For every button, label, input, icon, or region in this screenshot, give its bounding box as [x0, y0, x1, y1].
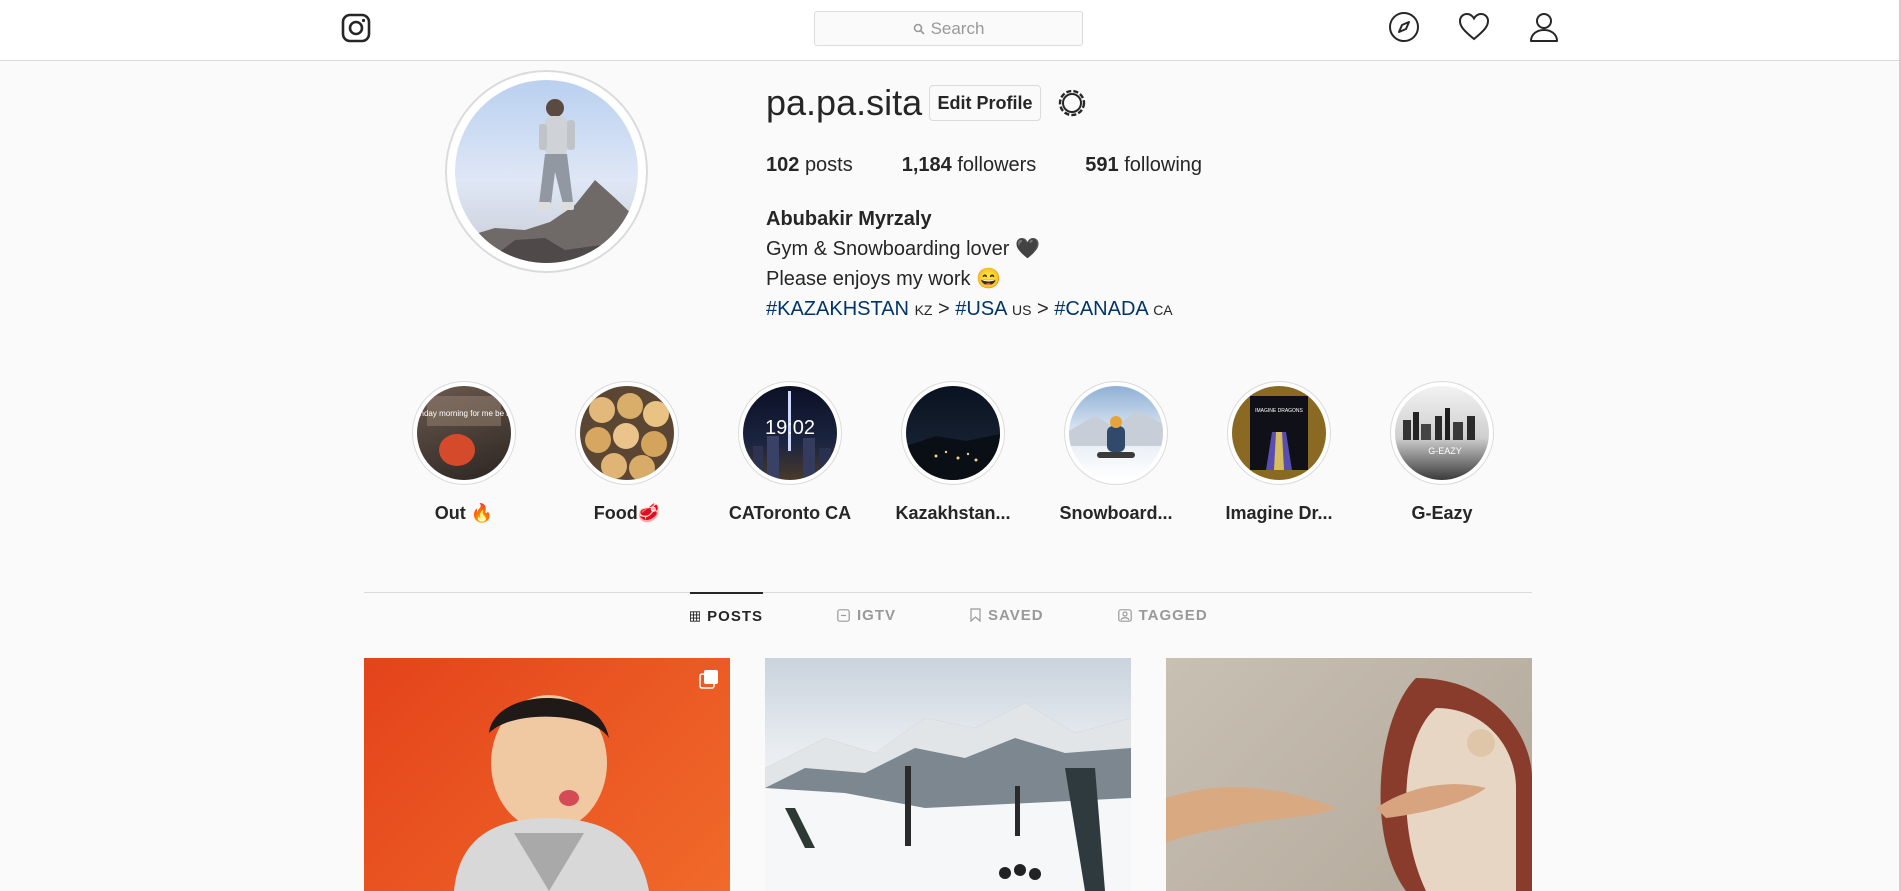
- following-label: following: [1124, 154, 1203, 176]
- profile-stats: 102 posts 1,184 followers 591 following: [766, 154, 1202, 177]
- flag-code: CA: [1153, 302, 1173, 318]
- separator: >: [1037, 298, 1049, 320]
- highlight-cover-text: 19:02: [765, 417, 815, 439]
- instagram-logo-icon[interactable]: [341, 13, 371, 43]
- edit-profile-button[interactable]: Edit Profile: [929, 85, 1041, 121]
- highlight-cover: [1069, 386, 1163, 480]
- highlight-cover-text: IMAGINE DRAGONS: [1255, 408, 1303, 414]
- highlight-ring: 19:02: [738, 381, 842, 485]
- profile-full-name: Abubakir Myrzaly: [766, 208, 932, 230]
- tab-label: IGTV: [857, 606, 897, 624]
- highlight-snowboard[interactable]: Snowboard...: [1060, 381, 1173, 524]
- highlight-cover-text: Sunday morning for me be like: [417, 409, 511, 418]
- profile-username: pa.pa.sita: [766, 82, 923, 123]
- bookmark-icon: [970, 608, 981, 622]
- tab-tagged[interactable]: TAGGED: [1117, 592, 1208, 638]
- followers-count: 1,184: [901, 154, 952, 176]
- settings-gear-icon[interactable]: [1055, 86, 1089, 120]
- highlight-cover: [580, 386, 674, 480]
- heart-icon[interactable]: [1457, 10, 1491, 44]
- highlight-label: Imagine Dr...: [1225, 503, 1333, 523]
- followers-label: followers: [957, 154, 1037, 176]
- separator: >: [938, 298, 950, 320]
- highlight-cover: [906, 386, 1000, 480]
- highlight-ring: IMAGINE DRAGONS: [1227, 381, 1331, 485]
- highlight-cover: G-EAZY: [1395, 386, 1489, 480]
- highlight-label: G-Eazy: [1411, 503, 1473, 523]
- highlight-label: Snowboard...: [1059, 503, 1173, 523]
- flag-code: US: [1011, 302, 1032, 318]
- posts-label: posts: [804, 154, 853, 176]
- profile-avatar-ring[interactable]: [445, 70, 648, 273]
- person-icon[interactable]: [1527, 10, 1561, 44]
- tv-icon: [837, 608, 850, 622]
- flag-code: KZ: [914, 302, 933, 318]
- highlight-label: Out 🔥: [434, 503, 494, 523]
- highlight-label: CAToronto CA: [728, 503, 852, 523]
- bio-line-1: Gym & Snowboarding lover 🖤: [766, 238, 1040, 260]
- tab-label: SAVED: [988, 606, 1044, 624]
- search-input[interactable]: Search: [814, 11, 1083, 46]
- followers-stat[interactable]: 1,184 followers: [902, 154, 1037, 177]
- search-icon: [913, 23, 925, 35]
- highlight-cover: 19:02: [743, 386, 837, 480]
- highlight-imagine-dragons[interactable]: IMAGINE DRAGONS Imagine Dr...: [1225, 381, 1333, 524]
- highlight-cover-text: G-EAZY: [1428, 446, 1462, 456]
- search-placeholder: Search: [930, 18, 985, 38]
- nav-icons: [1387, 10, 1561, 44]
- tab-saved[interactable]: SAVED: [970, 592, 1044, 638]
- highlight-ring: [575, 381, 679, 485]
- highlight-ring: [901, 381, 1005, 485]
- hashtag-link[interactable]: #CANADA: [1054, 298, 1147, 320]
- highlight-ring: Sunday morning for me be like: [412, 381, 516, 485]
- posts-stat[interactable]: 102 posts: [766, 154, 853, 177]
- following-count: 591: [1085, 154, 1119, 176]
- tab-label: POSTS: [707, 607, 763, 625]
- highlight-food[interactable]: Food🥩: [575, 381, 679, 524]
- bio-line-2: Please enjoys my work 😄: [766, 268, 1001, 290]
- hashtag-link[interactable]: #KAZAKHSTAN: [766, 298, 909, 320]
- highlight-cover: IMAGINE DRAGONS: [1232, 386, 1326, 480]
- highlight-kazakhstan[interactable]: Kazakhstan...: [895, 381, 1011, 524]
- story-highlights: Sunday morning for me be like Out 🔥 Food…: [412, 381, 1494, 524]
- profile-bio: Abubakir Myrzaly Gym & Snowboarding love…: [766, 204, 1173, 325]
- highlight-label: Kazakhstan...: [895, 503, 1011, 523]
- highlight-toronto[interactable]: 19:02 CAToronto CA: [729, 381, 851, 524]
- tab-label: TAGGED: [1138, 606, 1208, 624]
- highlight-cover: Sunday morning for me be like: [417, 386, 511, 480]
- tagged-icon: [1117, 608, 1132, 622]
- compass-icon[interactable]: [1387, 10, 1421, 44]
- posts-count: 102: [766, 154, 800, 176]
- tab-posts[interactable]: POSTS: [690, 592, 763, 638]
- grid-icon: [690, 610, 701, 622]
- post-thumbnail[interactable]: [364, 658, 730, 891]
- profile-tabs: POSTS IGTV SAVED TAGGED: [690, 592, 1208, 638]
- post-thumbnail[interactable]: [765, 658, 1131, 891]
- highlight-label: Food🥩: [593, 503, 661, 523]
- hashtag-link[interactable]: #USA: [955, 298, 1006, 320]
- tab-igtv[interactable]: IGTV: [837, 592, 896, 638]
- top-navigation-bar: Search: [0, 0, 1901, 61]
- bio-hashtags: #KAZAKHSTAN KZ > #USA US > #CANADA CA: [766, 294, 1173, 325]
- profile-avatar: [455, 80, 638, 263]
- post-thumbnail[interactable]: [1166, 658, 1532, 891]
- posts-grid: [364, 658, 1532, 891]
- highlight-ring: [1064, 381, 1168, 485]
- highlight-ring: G-EAZY: [1390, 381, 1494, 485]
- highlight-g-eazy[interactable]: G-EAZY G-Eazy: [1390, 381, 1494, 524]
- highlight-out[interactable]: Sunday morning for me be like Out 🔥: [412, 381, 516, 524]
- following-stat[interactable]: 591 following: [1085, 154, 1202, 177]
